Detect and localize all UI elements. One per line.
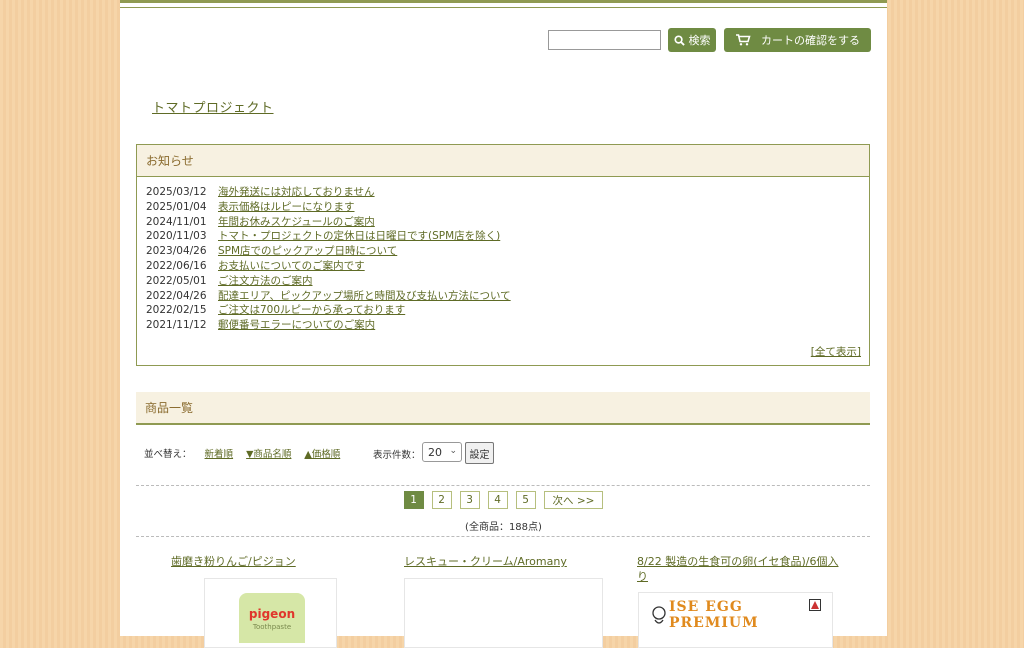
- sort-newest-link[interactable]: 新着順: [205, 449, 234, 460]
- count-select-value: 20: [428, 445, 442, 459]
- list-item: 2023/04/26 SPM店でのピックアップ日時について: [146, 244, 860, 259]
- list-item: 2022/06/16 お支払いについてのご案内です: [146, 259, 860, 274]
- news-date: 2022/02/15: [146, 304, 207, 317]
- list-item: 2025/03/12 海外発送には対応しておりません: [146, 185, 860, 200]
- news-link[interactable]: ご注文方法のご案内: [218, 275, 313, 287]
- news-link[interactable]: 配達エリア、ピックアップ場所と時間及び支払い方法について: [218, 290, 511, 302]
- products-heading: 商品一覧: [136, 392, 870, 425]
- product-image[interactable]: ISE EGG PREMIUM: [638, 592, 833, 648]
- chevron-down-icon: ⌄: [449, 446, 457, 456]
- list-item: 2020/11/03 トマト・プロジェクトの定休日は日曜日です(SPM店を除く): [146, 229, 860, 244]
- toothpaste-image: pigeon Toothpaste: [239, 593, 305, 643]
- brand-subtext: Toothpaste: [252, 623, 292, 631]
- news-link[interactable]: 郵便番号エラーについてのご案内: [218, 319, 375, 331]
- sort-name-link[interactable]: ▼商品名順: [246, 449, 291, 460]
- list-item: 2024/11/01 年間お休みスケジュールのご案内: [146, 215, 860, 230]
- search-button[interactable]: 検索: [668, 28, 716, 52]
- news-link[interactable]: 海外発送には対応しておりません: [218, 186, 375, 198]
- chicken-icon: [652, 606, 666, 624]
- cart-button[interactable]: カートの確認をする: [724, 28, 871, 52]
- news-date: 2021/11/12: [146, 319, 207, 332]
- page-3-button[interactable]: 3: [459, 491, 480, 509]
- search-icon: [673, 34, 685, 46]
- news-box: お知らせ 2025/03/12 海外発送には対応しておりません 2025/01/0…: [136, 144, 870, 366]
- news-date: 2025/01/04: [146, 200, 207, 213]
- list-item: 2021/11/12 郵便番号エラーについてのご案内: [146, 318, 860, 333]
- news-date: 2022/05/01: [146, 274, 207, 287]
- set-button[interactable]: 設定: [465, 442, 494, 464]
- cart-icon: [736, 34, 751, 46]
- sort-label: 並べ替え：: [144, 449, 192, 460]
- product-name-link[interactable]: 8/22 製造の生食可の卵(イセ食品)/6個入り: [637, 554, 842, 584]
- product-image[interactable]: [404, 578, 603, 648]
- search-button-label: 検索: [688, 34, 711, 47]
- list-item: 2022/04/26 配達エリア、ピックアップ場所と時間及び支払い方法について: [146, 289, 860, 304]
- next-page-button[interactable]: 次へ >>: [543, 491, 604, 509]
- warning-icon: [809, 599, 821, 611]
- brand-logo: pigeon: [248, 607, 296, 621]
- product-image[interactable]: pigeon Toothpaste: [204, 578, 337, 648]
- page-1-button[interactable]: 1: [403, 491, 424, 509]
- list-item: 2022/05/01 ご注文方法のご案内: [146, 274, 860, 289]
- list-item: 2022/02/15 ご注文は700ルピーから承っております: [146, 303, 860, 318]
- sort-price-link[interactable]: ▲価格順: [304, 449, 340, 460]
- news-list: 2025/03/12 海外発送には対応しておりません 2025/01/04 表示価格…: [137, 177, 869, 333]
- news-link[interactable]: SPM店でのピックアップ日時について: [218, 245, 397, 257]
- top-divider: [120, 7, 887, 8]
- count-select[interactable]: 20 ⌄: [422, 442, 462, 462]
- news-heading: お知らせ: [137, 145, 869, 177]
- news-date: 2022/04/26: [146, 289, 207, 302]
- total-count: (全商品：188点): [465, 522, 542, 533]
- pagination: 1 2 3 4 5 次へ >>: [120, 491, 887, 509]
- news-link[interactable]: 表示価格はルピーになります: [218, 201, 355, 213]
- page-5-button[interactable]: 5: [515, 491, 536, 509]
- list-item: 2025/01/04 表示価格はルピーになります: [146, 200, 860, 215]
- divider: [136, 536, 870, 537]
- news-date: 2020/11/03: [146, 230, 207, 243]
- site-title-link[interactable]: トマトプロジェクト: [152, 97, 274, 116]
- divider: [136, 485, 870, 486]
- news-date: 2025/03/12: [146, 186, 207, 198]
- news-link[interactable]: トマト・プロジェクトの定休日は日曜日です(SPM店を除く): [218, 230, 500, 242]
- search-input[interactable]: [548, 30, 661, 50]
- news-date: 2024/11/01: [146, 215, 207, 228]
- news-date: 2022/06/16: [146, 259, 207, 272]
- news-link[interactable]: お支払いについてのご案内です: [218, 260, 365, 272]
- page-4-button[interactable]: 4: [487, 491, 508, 509]
- cart-button-label: カートの確認をする: [761, 34, 860, 47]
- view-all-news-link[interactable]: [全て表示]: [811, 344, 861, 359]
- count-label: 表示件数：: [373, 450, 421, 461]
- page-container: 検索 カートの確認をする トマトプロジェクト お知らせ 2025/03/12 海外…: [120, 0, 887, 648]
- sort-bar: 並べ替え： 新着順 ▼商品名順 ▲価格順: [144, 446, 340, 460]
- news-link[interactable]: ご注文は700ルピーから承っております: [218, 304, 405, 316]
- news-link[interactable]: 年間お休みスケジュールのご案内: [218, 216, 375, 228]
- egg-brand-text: ISE EGG PREMIUM: [669, 599, 759, 631]
- page-2-button[interactable]: 2: [431, 491, 452, 509]
- product-name-link[interactable]: 歯磨き粉りんご/ピジョン: [171, 554, 296, 569]
- product-name-link[interactable]: レスキュー・クリーム/Aromany: [404, 554, 567, 569]
- news-date: 2023/04/26: [146, 245, 207, 258]
